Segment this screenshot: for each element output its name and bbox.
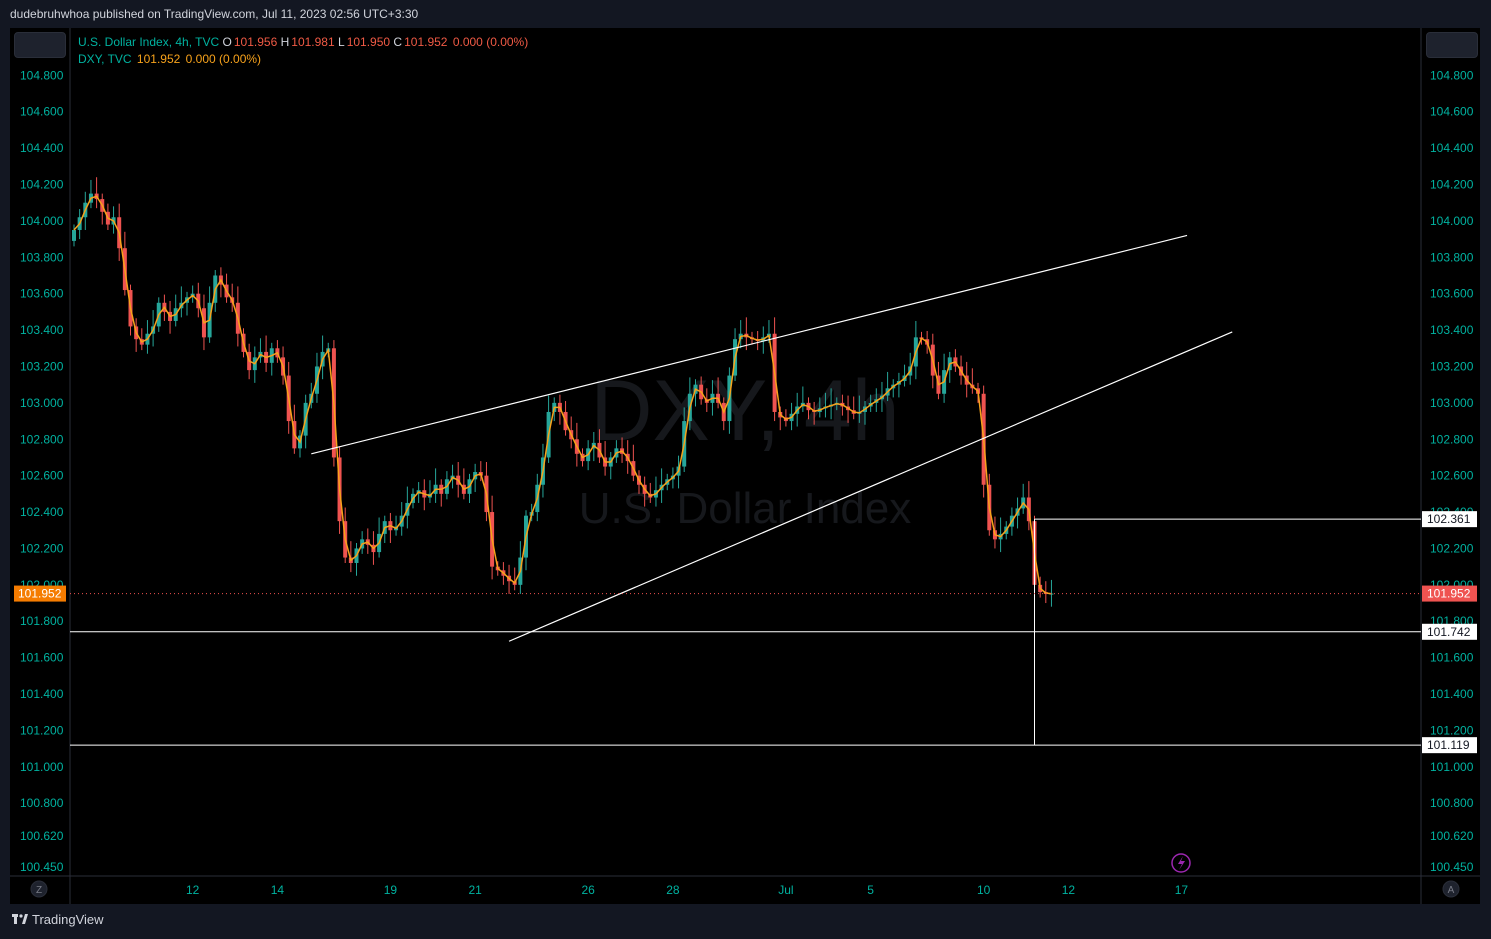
y-tick-label-right: 102.200 xyxy=(1430,541,1474,555)
tradingview-logo-icon xyxy=(12,912,28,926)
y-tick-label-right: 101.000 xyxy=(1430,760,1474,774)
y-tick-label-left: 101.800 xyxy=(20,614,64,628)
left-corner-button[interactable] xyxy=(14,32,66,58)
legend-line-1: U.S. Dollar Index, 4h, TVC O 101.956 H 101… xyxy=(78,35,528,49)
legend-ma-value: 101.952 xyxy=(136,52,181,66)
y-tick-label-left: 104.200 xyxy=(20,177,64,191)
y-tick-label-right: 103.200 xyxy=(1430,359,1474,373)
legend-line-2: DXY, TVC 101.952 0.000 (0.00%) xyxy=(78,52,261,66)
last-price-label-left: 101.952 xyxy=(18,587,62,601)
y-tick-label-left: 103.600 xyxy=(20,287,64,301)
y-tick-label-right: 104.200 xyxy=(1430,177,1474,191)
y-tick-label-right: 103.000 xyxy=(1430,396,1474,410)
candle-body xyxy=(72,229,76,241)
y-tick-label-left: 102.800 xyxy=(20,432,64,446)
legend-open: 101.956 xyxy=(233,35,278,49)
y-tick-label-left: 104.800 xyxy=(20,68,64,82)
y-tick-label-right: 100.450 xyxy=(1430,860,1474,874)
y-tick-label-right: 101.200 xyxy=(1430,723,1474,737)
y-tick-label-left: 103.000 xyxy=(20,396,64,410)
y-tick-label-left: 104.400 xyxy=(20,141,64,155)
auto-scale-label: A xyxy=(1448,885,1455,896)
x-tick-label: 12 xyxy=(1062,883,1076,897)
y-tick-label-right: 104.800 xyxy=(1430,68,1474,82)
last-price-label-right: 101.952 xyxy=(1427,587,1471,601)
legend-l-label: L xyxy=(338,35,345,49)
lightning-bolt xyxy=(1178,856,1185,870)
y-tick-label-left: 102.200 xyxy=(20,541,64,555)
y-tick-label-left: 104.600 xyxy=(20,105,64,119)
y-tick-label-left: 103.800 xyxy=(20,250,64,264)
y-tick-label-left: 101.200 xyxy=(20,723,64,737)
x-tick-label: 17 xyxy=(1175,883,1189,897)
legend-h-label: H xyxy=(280,35,290,49)
y-tick-label-right: 102.800 xyxy=(1430,432,1474,446)
level-badge-label: 101.119 xyxy=(1427,738,1470,752)
legend-low: 101.950 xyxy=(346,35,391,49)
candles xyxy=(72,177,1054,607)
y-tick-label-left: 100.620 xyxy=(20,829,64,843)
y-tick-label-left: 100.800 xyxy=(20,796,64,810)
watermark: DXY, 4hU.S. Dollar Index xyxy=(579,363,912,533)
y-tick-label-right: 103.400 xyxy=(1430,323,1474,337)
y-tick-label-left: 101.400 xyxy=(20,687,64,701)
y-tick-label-left: 103.400 xyxy=(20,323,64,337)
legend-close: 101.952 xyxy=(404,35,448,49)
x-tick-label: Jul xyxy=(778,883,793,897)
x-tick-label: 12 xyxy=(186,883,200,897)
y-tick-label-left: 100.450 xyxy=(20,860,64,874)
y-tick-label-right: 103.600 xyxy=(1430,287,1474,301)
legend-symbol-name: U.S. Dollar Index, 4h, TVC xyxy=(78,35,220,49)
y-tick-label-left: 101.600 xyxy=(20,651,64,665)
x-tick-label: 5 xyxy=(867,883,874,897)
legend-ma-change: 0.000 (0.00%) xyxy=(185,52,262,66)
y-tick-label-right: 104.000 xyxy=(1430,214,1474,228)
y-tick-label-left: 103.200 xyxy=(20,359,64,373)
x-tick-label: 19 xyxy=(384,883,398,897)
y-tick-label-right: 100.620 xyxy=(1430,829,1474,843)
legend-c-label: C xyxy=(393,35,403,49)
bottom-bar xyxy=(0,904,1491,939)
x-tick-label: 14 xyxy=(271,883,285,897)
legend-high: 101.981 xyxy=(291,35,335,49)
y-tick-label-right: 104.400 xyxy=(1430,141,1474,155)
x-tick-label: 10 xyxy=(977,883,991,897)
y-tick-label-right: 102.600 xyxy=(1430,469,1474,483)
legend-o-label: O xyxy=(222,35,232,49)
watermark-name: U.S. Dollar Index xyxy=(579,484,912,533)
right-corner-button[interactable] xyxy=(1426,32,1478,58)
y-tick-label-left: 104.000 xyxy=(20,214,64,228)
ma-line xyxy=(73,195,1052,595)
x-tick-label: 21 xyxy=(468,883,482,897)
legend-ma-name: DXY, TVC xyxy=(78,52,132,66)
zoom-button-label: Z xyxy=(36,885,42,896)
y-tick-label-right: 100.800 xyxy=(1430,796,1474,810)
level-badge-label: 101.742 xyxy=(1427,625,1471,639)
y-tick-label-right: 101.400 xyxy=(1430,687,1474,701)
y-tick-label-right: 103.800 xyxy=(1430,250,1474,264)
y-tick-label-left: 102.600 xyxy=(20,469,64,483)
legend-change: 0.000 (0.00%) xyxy=(452,35,529,49)
tradingview-brand: TradingView xyxy=(32,912,104,927)
chart-svg[interactable]: DXY, 4hU.S. Dollar Index105.000105.00010… xyxy=(0,0,1491,939)
y-tick-label-right: 104.600 xyxy=(1430,105,1474,119)
x-tick-label: 26 xyxy=(581,883,595,897)
y-tick-label-left: 101.000 xyxy=(20,760,64,774)
y-tick-label-right: 101.600 xyxy=(1430,651,1474,665)
y-tick-label-left: 102.400 xyxy=(20,505,64,519)
level-badge-label: 102.361 xyxy=(1427,512,1471,526)
x-tick-label: 28 xyxy=(666,883,680,897)
tradingview-logo[interactable]: TradingView xyxy=(12,912,104,927)
